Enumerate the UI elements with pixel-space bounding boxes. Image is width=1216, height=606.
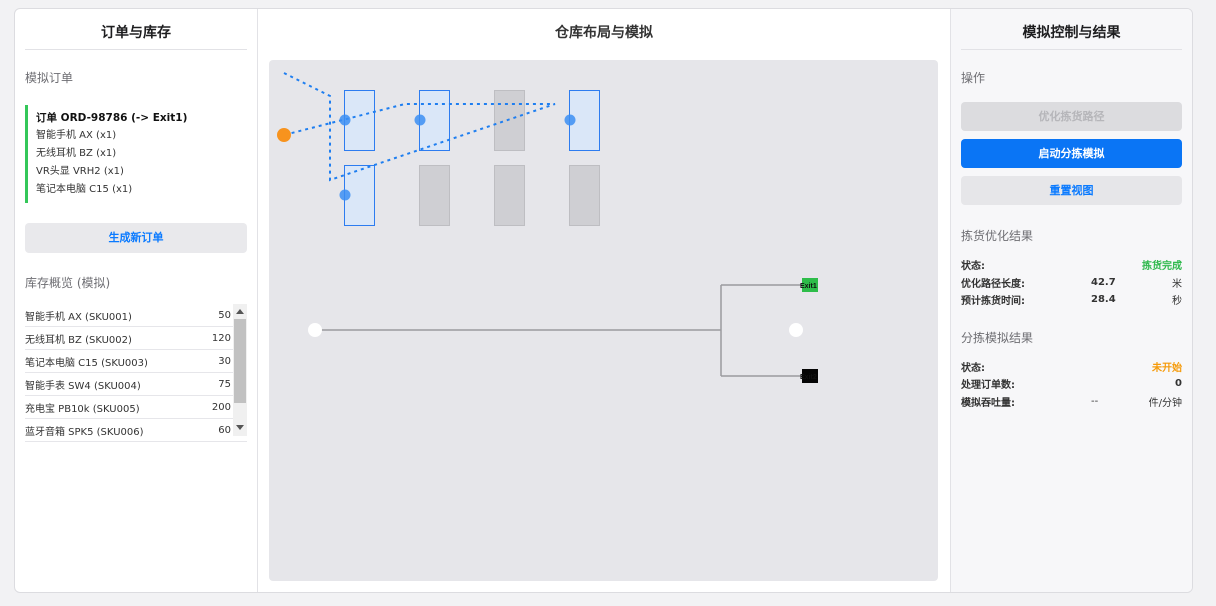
picking-results: 状态: 拣货完成 优化路径长度: 42.7 米 预计拣货时间: 28.4 秒 bbox=[961, 256, 1182, 309]
result-row: 预计拣货时间: 28.4 秒 bbox=[961, 291, 1182, 309]
result-row: 模拟吞吐量: -- 件/分钟 bbox=[961, 393, 1182, 411]
pick-point bbox=[339, 189, 351, 201]
pick-time-unit: 秒 bbox=[1172, 296, 1182, 308]
conveyor-node bbox=[308, 323, 322, 337]
picking-path bbox=[283, 72, 556, 182]
result-label: 状态: bbox=[961, 362, 985, 374]
inventory-qty: 50 bbox=[218, 309, 231, 321]
throughput-value: -- bbox=[1091, 395, 1099, 407]
conveyor-node bbox=[789, 323, 803, 337]
result-label: 优化路径长度: bbox=[961, 278, 1025, 290]
order-item: VR头显 VRH2 (x1) bbox=[36, 166, 124, 177]
pick-point bbox=[339, 114, 351, 126]
path-length-unit: 米 bbox=[1172, 278, 1182, 290]
control-results-panel: 模拟控制与结果 操作 优化拣货路径 启动分拣模拟 重置视图 拣货优化结果 状态:… bbox=[950, 9, 1192, 592]
result-row: 处理订单数: 0 bbox=[961, 375, 1182, 393]
scroll-thumb[interactable] bbox=[234, 319, 246, 403]
inventory-name: 蓝牙音箱 SPK5 (SKU006) bbox=[25, 426, 144, 438]
inventory-row: 蓝牙音箱 SPK5 (SKU006) 60 bbox=[25, 419, 247, 442]
inventory-row: 笔记本电脑 C15 (SKU003) 30 bbox=[25, 350, 247, 373]
pick-time-value: 28.4 bbox=[1091, 294, 1116, 306]
inventory-qty: 30 bbox=[218, 355, 231, 367]
scroll-down-arrow-icon[interactable] bbox=[236, 425, 244, 430]
panel-title: 订单与库存 bbox=[25, 9, 247, 50]
panel-title: 仓库布局与模拟 bbox=[555, 25, 653, 41]
sorting-status-value: 未开始 bbox=[1152, 362, 1182, 374]
inventory-name: 充电宝 PB10k (SKU005) bbox=[25, 403, 140, 415]
result-label: 处理订单数: bbox=[961, 380, 1015, 392]
sorting-results: 状态: 未开始 处理订单数: 0 模拟吞吐量: -- 件/分钟 bbox=[961, 358, 1182, 411]
picking-status-value: 拣货完成 bbox=[1142, 261, 1182, 273]
warehouse-layout-panel: 仓库布局与模拟 Exit1 Exit2 bbox=[258, 9, 950, 592]
app-window: 订单与库存 模拟订单 订单 ORD-98786 (-> Exit1) 智能手机 … bbox=[14, 8, 1193, 593]
inventory-name: 智能手表 SW4 (SKU004) bbox=[25, 380, 141, 392]
panel-title: 模拟控制与结果 bbox=[961, 9, 1182, 50]
exit2-label: Exit2 bbox=[800, 374, 817, 381]
inventory-name: 笔记本电脑 C15 (SKU003) bbox=[25, 357, 148, 369]
picking-results-title: 拣货优化结果 bbox=[961, 229, 1034, 243]
throughput-unit: 件/分钟 bbox=[1148, 397, 1182, 409]
pick-point bbox=[564, 114, 576, 126]
optimize-path-button[interactable]: 优化拣货路径 bbox=[961, 102, 1182, 131]
layout-overlay: Exit1 Exit2 bbox=[277, 72, 818, 383]
order-item: 无线耳机 BZ (x1) bbox=[36, 148, 117, 159]
processed-orders-value: 0 bbox=[1175, 378, 1182, 390]
inventory-qty: 60 bbox=[218, 424, 231, 436]
inventory-scrollbar[interactable] bbox=[233, 304, 247, 436]
result-label: 模拟吞吐量: bbox=[961, 397, 1015, 409]
order-title: 订单 ORD-98786 (-> Exit1) bbox=[36, 112, 188, 124]
inventory-section-label: 库存概览 (模拟) bbox=[25, 276, 111, 290]
actions-label: 操作 bbox=[961, 71, 986, 85]
result-row: 状态: 未开始 bbox=[961, 358, 1182, 376]
pick-point bbox=[414, 114, 426, 126]
inventory-qty: 200 bbox=[211, 401, 231, 413]
result-label: 预计拣货时间: bbox=[961, 296, 1025, 308]
inventory-row: 智能手表 SW4 (SKU004) 75 bbox=[25, 373, 247, 396]
order-item: 笔记本电脑 C15 (x1) bbox=[36, 184, 133, 195]
orders-section-label: 模拟订单 bbox=[25, 71, 74, 85]
inventory-list[interactable]: 智能手机 AX (SKU001) 50 无线耳机 BZ (SKU002) 120 笔… bbox=[25, 304, 247, 444]
inventory-qty: 120 bbox=[211, 332, 231, 344]
path-length-value: 42.7 bbox=[1091, 276, 1116, 288]
inventory-row: 智能手机 AX (SKU001) 50 bbox=[25, 304, 247, 327]
start-sorting-button[interactable]: 启动分拣模拟 bbox=[961, 139, 1182, 168]
orders-inventory-panel: 订单与库存 模拟订单 订单 ORD-98786 (-> Exit1) 智能手机 … bbox=[15, 9, 258, 592]
generate-order-button[interactable]: 生成新订单 bbox=[25, 223, 247, 253]
inventory-qty: 75 bbox=[218, 378, 231, 390]
scroll-up-arrow-icon[interactable] bbox=[236, 309, 244, 314]
sorting-results-title: 分拣模拟结果 bbox=[961, 330, 1034, 345]
inventory-row: 无线耳机 BZ (SKU002) 120 bbox=[25, 327, 247, 350]
start-node bbox=[277, 128, 291, 142]
inventory-row: 充电宝 PB10k (SKU005) 200 bbox=[25, 396, 247, 419]
exit1-label: Exit1 bbox=[800, 283, 817, 290]
inventory-name: 智能手机 AX (SKU001) bbox=[25, 311, 132, 323]
result-row: 优化路径长度: 42.7 米 bbox=[961, 274, 1182, 292]
result-label: 状态: bbox=[961, 261, 985, 273]
warehouse-canvas[interactable]: Exit1 Exit2 bbox=[269, 60, 938, 581]
reset-view-button[interactable]: 重置视图 bbox=[961, 176, 1182, 205]
order-item: 智能手机 AX (x1) bbox=[36, 130, 117, 141]
inventory-name: 无线耳机 BZ (SKU002) bbox=[25, 334, 132, 346]
result-row: 状态: 拣货完成 bbox=[961, 256, 1182, 274]
order-card: 订单 ORD-98786 (-> Exit1) 智能手机 AX (x1) 无线耳… bbox=[25, 105, 247, 203]
